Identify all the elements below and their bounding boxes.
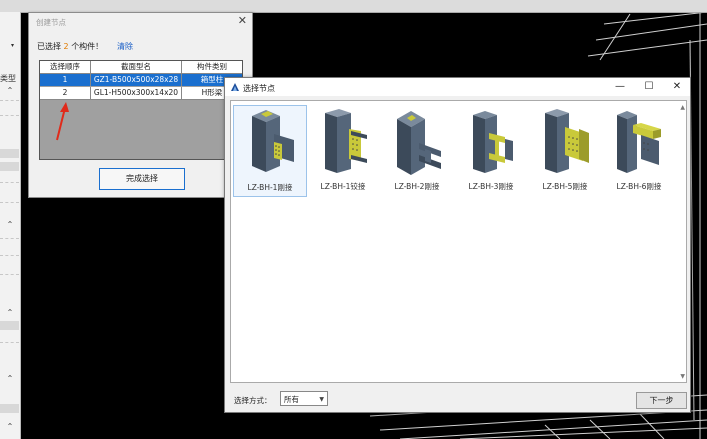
dialog-title: 创建节点: [36, 18, 66, 27]
node-rigid-5-icon: [545, 109, 589, 173]
row-order: 2: [40, 87, 91, 99]
panel-row-divider: [0, 342, 19, 344]
row-order: 1: [40, 74, 91, 86]
close-icon[interactable]: ✕: [669, 81, 685, 93]
tile-caption: LZ-BH-1铰接: [320, 182, 366, 191]
tile-caption: LZ-BH-5刚接: [542, 182, 588, 191]
minimize-icon[interactable]: —: [612, 81, 628, 93]
selection-method-label: 选择方式：: [234, 396, 272, 405]
scroll-down-icon[interactable]: ▼: [680, 373, 685, 380]
panel-row-divider: [0, 182, 19, 184]
selection-summary: 已选择 2 个构件！: [37, 41, 103, 52]
close-icon[interactable]: ✕: [238, 14, 247, 27]
node-hinged-1-icon: [325, 109, 367, 173]
finish-selection-button[interactable]: 完成选择: [99, 168, 185, 190]
selected-suffix: 个构件！: [71, 42, 104, 51]
collapse-chevron-icon[interactable]: ⌃: [5, 422, 15, 431]
table-row[interactable]: 2 GL1-H500x300x14x20 H形梁: [40, 87, 242, 100]
node-tile[interactable]: LZ-BH-2刚接: [381, 105, 453, 195]
dialog-title-bar[interactable]: 选择节点 — ☐ ✕: [225, 78, 690, 96]
node-rigid-6-icon: [617, 111, 661, 173]
panel-row-divider: [0, 255, 19, 257]
red-arrow-annotation: [56, 102, 69, 141]
selection-method-value: 所有: [284, 395, 299, 404]
panel-type-label: 类型: [0, 74, 16, 83]
selected-count: 2: [63, 42, 69, 51]
panel-row-divider: [0, 115, 19, 117]
scroll-up-icon[interactable]: ▲: [680, 104, 685, 111]
select-node-dialog: 选择节点 — ☐ ✕ ▲ ▼ LZ-BH-1刚接 LZ-BH-1铰接 LZ-BH…: [224, 77, 691, 413]
table-header: 选择顺序 截面型名 构件类别: [40, 61, 242, 74]
tile-caption: LZ-BH-2刚接: [394, 182, 440, 191]
column-header-order[interactable]: 选择顺序: [40, 61, 91, 73]
row-section: GZ1-B500x500x28x28: [91, 74, 182, 86]
node-tile[interactable]: LZ-BH-3刚接: [455, 105, 527, 195]
collapse-chevron-icon[interactable]: ⌃: [5, 308, 15, 317]
panel-row-divider: [0, 202, 19, 204]
node-tile[interactable]: LZ-BH-1刚接: [233, 105, 307, 197]
app-logo-icon: [231, 83, 239, 91]
left-property-panel: ▾ 类型 ⌃ ⌃ ⌃ ⌃ ⌃: [0, 12, 21, 439]
node-rigid-3-icon: [473, 111, 513, 173]
selection-method-select[interactable]: 所有 ▼: [280, 391, 328, 406]
node-rigid-1-icon: [252, 110, 294, 172]
dropdown-arrow-icon[interactable]: ▾: [11, 42, 14, 49]
panel-row-divider: [0, 274, 19, 276]
panel-row[interactable]: [0, 149, 19, 158]
collapse-chevron-icon[interactable]: ⌃: [5, 220, 15, 229]
selected-prefix: 已选择: [37, 42, 61, 51]
node-tile[interactable]: LZ-BH-1铰接: [307, 105, 379, 195]
node-tile[interactable]: LZ-BH-6刚接: [603, 105, 675, 195]
row-section: GL1-H500x300x14x20: [91, 87, 182, 99]
column-header-section[interactable]: 截面型名: [91, 61, 182, 73]
panel-row[interactable]: [0, 404, 19, 413]
panel-row[interactable]: [0, 321, 19, 330]
tile-caption: LZ-BH-1刚接: [247, 183, 293, 192]
table-row[interactable]: 1 GZ1-B500x500x28x28 箱型柱: [40, 74, 242, 86]
panel-row-divider: [0, 100, 19, 102]
chevron-down-icon: ▼: [319, 396, 324, 403]
next-button[interactable]: 下一步: [636, 392, 687, 409]
node-rigid-2-icon: [397, 111, 441, 175]
dialog-title: 选择节点: [243, 84, 275, 93]
clear-link[interactable]: 清除: [117, 41, 133, 52]
node-tile[interactable]: LZ-BH-5刚接: [529, 105, 601, 195]
maximize-icon[interactable]: ☐: [641, 81, 657, 93]
node-gallery: ▲ ▼ LZ-BH-1刚接 LZ-BH-1铰接 LZ-BH-2刚接 LZ-BH-…: [230, 100, 687, 383]
column-header-category[interactable]: 构件类别: [182, 61, 242, 73]
collapse-chevron-icon[interactable]: ⌃: [5, 86, 15, 95]
tile-caption: LZ-BH-6刚接: [616, 182, 662, 191]
tile-caption: LZ-BH-3刚接: [468, 182, 514, 191]
collapse-chevron-icon[interactable]: ⌃: [5, 374, 15, 383]
panel-row[interactable]: [0, 162, 19, 171]
panel-row-divider: [0, 238, 19, 240]
